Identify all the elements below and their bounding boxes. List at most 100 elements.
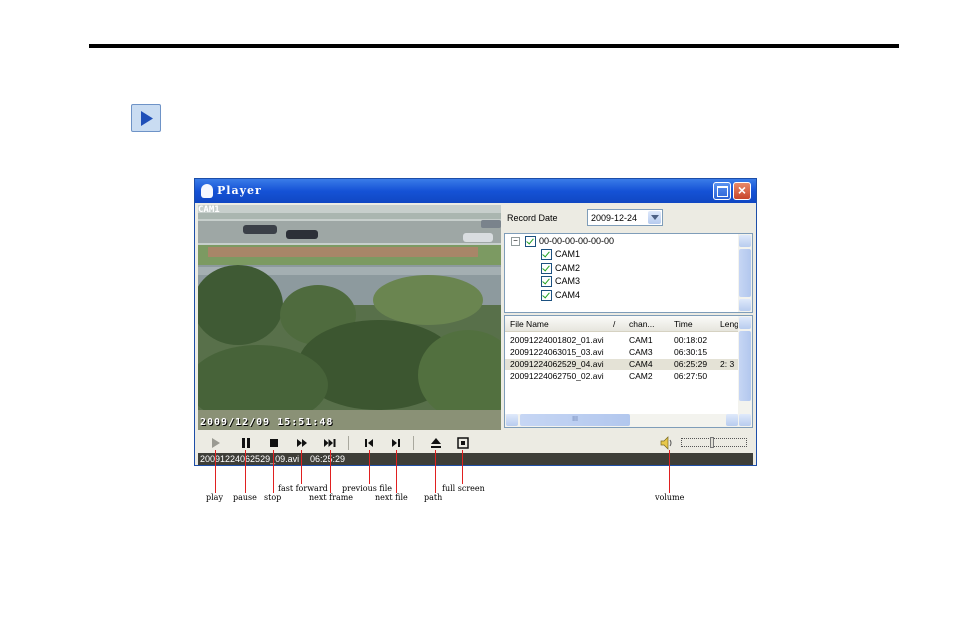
sort-indicator: / (613, 319, 616, 329)
annotation-pause: pause (233, 493, 257, 502)
next-file-button[interactable] (388, 435, 404, 451)
tree-node-cam4[interactable]: CAM4 (541, 289, 581, 302)
page-top-rule (89, 44, 899, 48)
scroll-right-icon[interactable] (726, 414, 738, 426)
table-row[interactable]: 20091224062750_02.avi CAM2 06:27:50 (505, 371, 739, 382)
tree-node-cam2[interactable]: CAM2 (541, 262, 581, 275)
checkbox-icon[interactable] (541, 290, 552, 302)
table-row[interactable]: 20091224001802_01.avi CAM1 00:18:02 (505, 335, 739, 346)
callout-line-full-screen (462, 450, 463, 484)
previous-file-button[interactable] (361, 435, 377, 451)
window-title: Player (217, 184, 262, 197)
callout-line-previous-file (369, 450, 370, 484)
tree-node-cam1[interactable]: CAM1 (541, 248, 581, 261)
column-header-file-name[interactable]: File Name (510, 319, 549, 329)
fast-forward-button[interactable] (294, 435, 310, 451)
status-time: 06:25:29 (310, 454, 346, 464)
record-date-value: 2009-12-24 (591, 213, 638, 223)
full-screen-icon (457, 437, 469, 449)
tree-node-label: CAM2 (555, 263, 581, 273)
annotation-previous-file: previous file (342, 484, 393, 493)
table-cell: CAM1 (629, 335, 653, 345)
file-list: File Name / chan... Time Leng 2009122400… (504, 315, 753, 428)
tree-node-label: 00-00-00-00-00-00 (539, 236, 615, 246)
column-header-length[interactable]: Leng (720, 319, 739, 329)
record-date-select[interactable]: 2009-12-24 (587, 209, 663, 226)
file-list-scrollbar[interactable] (738, 316, 752, 427)
volume-slider[interactable] (681, 437, 747, 448)
column-header-time[interactable]: Time (674, 319, 693, 329)
stop-button[interactable] (266, 435, 282, 451)
tree-node-label: CAM3 (555, 276, 581, 286)
annotation-play: play (206, 493, 223, 502)
checkbox-icon[interactable] (541, 276, 552, 288)
callout-line-next-file (396, 450, 397, 493)
tree-node-cam3[interactable]: CAM3 (541, 275, 581, 288)
record-date-label: Record Date (507, 213, 558, 223)
callout-line-path (435, 450, 436, 493)
callout-line-play (215, 450, 216, 493)
tree-node-label: CAM4 (555, 290, 581, 300)
scroll-down-icon[interactable] (739, 414, 751, 426)
pause-button[interactable] (238, 435, 254, 451)
toolbar-separator (413, 436, 414, 450)
toolbar-separator (348, 436, 349, 450)
table-row[interactable]: 20091224062529_04.avi CAM4 06:25:29 2: 3 (505, 359, 739, 370)
checkbox-icon[interactable] (541, 263, 552, 275)
next-frame-button[interactable] (322, 435, 338, 451)
table-cell: 2: 3 (720, 359, 735, 369)
column-header-channel[interactable]: chan... (629, 319, 655, 329)
fast-forward-icon (297, 439, 307, 447)
title-bar[interactable]: Player × (195, 179, 756, 203)
app-icon (201, 184, 213, 198)
tree-node-root[interactable]: 00-00-00-00-00-00 (525, 235, 615, 248)
table-cell: CAM2 (629, 371, 653, 381)
video-frame (198, 205, 501, 430)
video-view[interactable]: CAM1 2009/12/09 15:51:48 (198, 205, 501, 430)
table-cell: 20091224063015_03.avi (510, 347, 604, 357)
callout-line-pause (245, 450, 246, 493)
chevron-down-icon[interactable] (648, 211, 661, 224)
scroll-thumb[interactable] (739, 331, 751, 401)
checkbox-icon[interactable] (525, 236, 536, 248)
close-button[interactable]: × (733, 182, 751, 200)
play-icon (131, 104, 161, 132)
table-row[interactable]: 20091224063015_03.avi CAM3 06:30:15 (505, 347, 739, 358)
scroll-up-icon[interactable] (739, 317, 751, 329)
scroll-up-icon[interactable] (739, 235, 751, 247)
annotation-path: path (424, 493, 443, 502)
tree-node-label: CAM1 (555, 249, 581, 259)
side-panel: Record Date 2009-12-24 − 00-00-00-00-00-… (502, 205, 755, 429)
annotation-full-screen: full screen (442, 484, 485, 493)
callout-line-stop (273, 450, 274, 493)
table-cell: CAM4 (629, 359, 653, 369)
collapse-icon[interactable]: − (511, 237, 520, 246)
table-cell: 06:27:50 (674, 371, 708, 381)
scroll-thumb[interactable] (739, 249, 751, 297)
callout-line-fast-forward (301, 450, 302, 484)
next-frame-icon (324, 439, 336, 447)
full-screen-button[interactable] (455, 435, 471, 451)
volume-slider-thumb[interactable] (710, 437, 714, 448)
scroll-left-icon[interactable] (506, 414, 518, 426)
path-button[interactable] (428, 435, 444, 451)
file-list-hscrollbar[interactable]: III (505, 414, 739, 427)
maximize-button[interactable] (713, 182, 731, 200)
scroll-down-icon[interactable] (739, 299, 751, 311)
play-button[interactable] (208, 435, 224, 451)
scroll-thumb[interactable]: III (520, 414, 630, 426)
previous-file-icon (365, 439, 373, 447)
video-timestamp: 2009/12/09 15:51:48 (200, 417, 334, 428)
eject-icon (431, 438, 441, 448)
next-file-icon (392, 439, 400, 447)
stop-icon (270, 439, 278, 447)
table-cell: 06:30:15 (674, 347, 708, 357)
table-cell: 00:18:02 (674, 335, 708, 345)
callout-line-next-frame (330, 450, 331, 493)
checkbox-icon[interactable] (541, 249, 552, 261)
tree-scrollbar[interactable] (738, 234, 752, 312)
play-icon (212, 438, 220, 448)
file-list-header: File Name / chan... Time Leng (505, 316, 739, 332)
annotation-next-frame: next frame (309, 493, 354, 502)
table-cell: 20091224062529_04.avi (510, 359, 604, 369)
